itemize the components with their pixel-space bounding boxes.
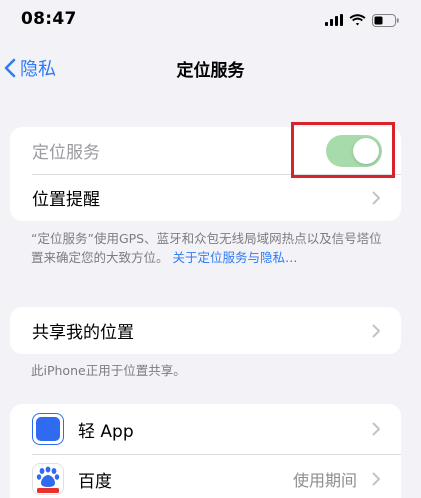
location-services-label: 定位服务 [32, 143, 100, 163]
app-row[interactable]: 轻 App [10, 404, 401, 454]
app-name: 轻 App [78, 421, 134, 442]
privacy-link[interactable]: 关于定位服务与隐私… [173, 250, 298, 265]
chevron-right-icon [372, 191, 380, 204]
share-location-row[interactable]: 共享我的位置 [10, 307, 401, 354]
status-bar: 08:47 [0, 0, 421, 40]
cellular-signal-icon [325, 14, 343, 26]
battery-icon [372, 13, 399, 27]
chevron-right-icon [372, 472, 380, 486]
location-alerts-row[interactable]: 位置提醒 [10, 174, 401, 221]
wifi-icon [349, 14, 366, 26]
location-alerts-label: 位置提醒 [32, 190, 100, 210]
highlight-box [291, 122, 395, 178]
share-location-label: 共享我的位置 [32, 323, 134, 343]
app-row[interactable]: 百度 使用期间 [10, 454, 401, 498]
chevron-right-icon [372, 324, 380, 337]
status-icons [325, 12, 399, 28]
share-location-card: 共享我的位置 [10, 307, 401, 354]
baidu-app-icon [32, 463, 64, 495]
status-time: 08:47 [21, 9, 77, 29]
share-footnote: 此iPhone正用于位置共享。 [31, 363, 186, 378]
app-name: 百度 [78, 471, 112, 492]
chevron-right-icon [372, 422, 380, 436]
app-permission: 使用期间 [292, 471, 357, 490]
location-footnote: “定位服务”使用GPS、蓝牙和众包无线局域网热点以及信号塔位置来确定您的大致方位… [31, 229, 391, 267]
page-title: 定位服务 [176, 61, 245, 81]
apps-card: 轻 App 百度 使用期间 [10, 404, 401, 498]
qing-app-icon [32, 413, 64, 445]
nav-bar: 隐私 定位服务 [0, 44, 421, 90]
